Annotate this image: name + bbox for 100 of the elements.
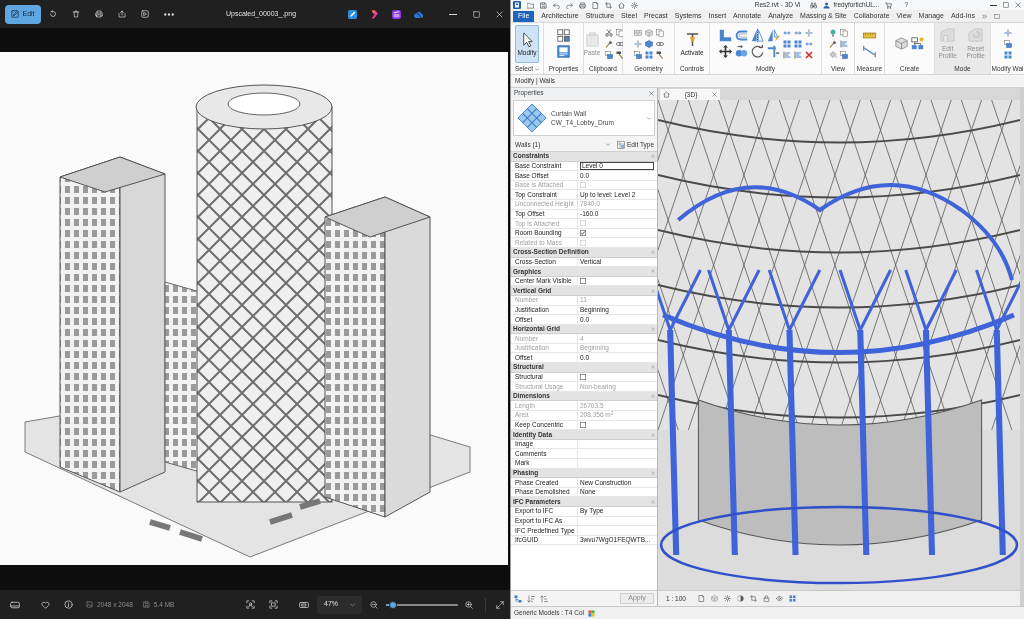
trim-icon[interactable] [766,45,780,58]
close-icon[interactable] [712,92,717,97]
copy-pages-icon[interactable] [655,28,664,37]
block-icon[interactable] [644,39,653,48]
slideshow-icon[interactable] [141,10,149,18]
grid-icon[interactable] [782,39,791,48]
stacked-sheets-icon[interactable] [605,50,614,59]
stacked-sheets-icon[interactable] [633,50,642,59]
caret-icon [350,602,355,607]
info-icon[interactable] [64,600,73,609]
dimension-line-icon[interactable] [863,45,876,58]
grid-icon[interactable] [788,595,796,602]
house-icon [663,91,670,98]
brush-icon[interactable] [828,39,837,48]
wall-icon[interactable] [633,28,642,37]
chevrons-icon[interactable] [982,13,987,19]
crop-icon[interactable] [605,1,612,9]
close-icon[interactable] [1015,2,1021,8]
circles-icon[interactable] [734,45,748,58]
folder-icon[interactable] [527,1,534,9]
binoculars-icon[interactable] [810,1,818,9]
pen-tile-icon[interactable] [348,9,357,19]
copy-pages-icon[interactable] [839,28,848,37]
brush-icon[interactable] [605,39,614,48]
align-lines-icon[interactable] [782,50,791,59]
cube-icon[interactable] [895,37,908,50]
double-arrow-icon[interactable] [793,28,802,37]
mirror-icon[interactable] [750,29,764,42]
scissors-icon[interactable] [605,28,614,37]
printer-icon[interactable] [579,1,586,9]
hierarchy-icon[interactable] [911,37,924,50]
edit-icon [11,10,20,18]
checkbox[interactable] [580,278,586,284]
stacked-sheets-icon[interactable] [839,50,848,59]
filter-icon[interactable] [587,609,595,617]
share-icon[interactable] [118,10,126,18]
sun-icon[interactable] [631,1,638,9]
rotate-icon[interactable] [49,10,57,18]
delete-icon[interactable] [72,10,80,18]
lock-icon[interactable] [762,595,770,602]
sort-icon[interactable] [527,594,535,603]
zoom-slider[interactable] [386,600,458,609]
slider-thumb[interactable] [389,600,398,609]
l-shape-icon[interactable] [718,29,732,42]
chain-icon[interactable] [655,39,664,48]
clapper-tile-icon[interactable] [392,9,401,19]
house-icon[interactable] [618,1,625,9]
eye-icon[interactable] [775,595,783,602]
shadow-icon[interactable] [736,595,744,602]
cube-icon[interactable] [710,595,718,602]
grid-icon[interactable] [1003,50,1012,59]
sun-icon[interactable] [723,595,731,602]
hammer-icon[interactable] [655,50,664,59]
pin-icon [684,31,700,47]
property-palette-icon[interactable] [557,45,570,58]
face-scan-icon[interactable] [246,600,255,609]
zoom-out-icon[interactable] [370,600,378,609]
stacked-sheets-icon[interactable] [1003,39,1012,48]
mirror-pencil-icon[interactable] [766,29,780,42]
close-icon[interactable] [649,90,654,96]
ruler-icon[interactable] [863,29,876,42]
double-arrow-icon[interactable] [782,28,791,37]
cube-icon[interactable] [644,28,653,37]
checkbox[interactable] [580,230,586,237]
cloud-icon[interactable] [414,9,423,19]
caret-icon[interactable] [535,67,540,71]
minimize-icon[interactable] [449,13,457,15]
checkbox[interactable] [580,373,586,380]
undo-icon[interactable] [553,1,560,9]
filmstrip-icon[interactable] [10,600,20,609]
grid-icon[interactable] [644,50,653,59]
expand-icon[interactable] [496,600,504,609]
app-logo-icon[interactable] [513,1,521,9]
category-tree-icon[interactable] [514,594,522,603]
bulb-icon[interactable] [828,28,837,37]
rotate-arc-icon[interactable] [750,45,764,58]
sort-descending-icon[interactable] [540,594,548,603]
frame-icon[interactable] [269,600,278,609]
cart-icon[interactable] [885,1,893,9]
zoom-in-icon[interactable] [465,600,473,609]
more-icon[interactable] [164,12,174,16]
heart-icon[interactable] [41,600,50,609]
swirl-logo-icon[interactable] [370,9,379,19]
offset-curve-icon[interactable] [734,29,748,42]
delete-x-icon[interactable] [804,50,813,59]
window-grid-icon[interactable] [557,29,570,42]
grid-icon[interactable] [793,39,802,48]
checkbox[interactable] [580,421,586,428]
minimize-icon[interactable] [990,4,997,6]
user-icon[interactable] [823,1,831,9]
crop-icon[interactable] [749,595,757,602]
aspect-ratio-icon[interactable] [299,600,309,609]
double-arrow-icon[interactable] [804,39,813,48]
chain-icon[interactable] [616,39,625,48]
save-icon[interactable] [540,1,547,9]
sheet-icon[interactable] [592,1,599,9]
redo-icon[interactable] [566,1,573,9]
sheet-icon[interactable] [697,595,705,602]
move-arrows-icon[interactable] [718,45,732,58]
caret-icon [647,116,651,120]
